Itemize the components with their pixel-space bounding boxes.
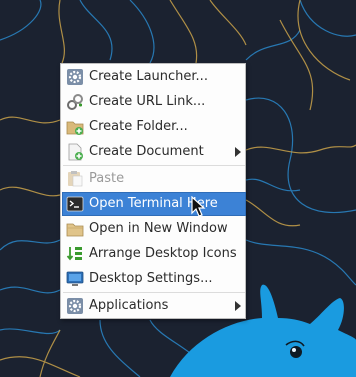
menu-item-label: Applications xyxy=(89,298,169,313)
mouse-pointer-icon xyxy=(191,196,206,217)
menu-item-create-launcher[interactable]: Create Launcher... xyxy=(62,65,246,89)
submenu-arrow-icon xyxy=(235,301,241,311)
menu-item-label: Create Document xyxy=(89,144,204,159)
menu-separator xyxy=(63,292,245,293)
menu-item-label: Create URL Link... xyxy=(89,94,206,109)
monitor-icon xyxy=(66,270,84,288)
menu-item-label: Create Launcher... xyxy=(89,69,208,84)
menu-item-applications[interactable]: Applications xyxy=(62,294,246,318)
link-icon xyxy=(66,93,84,111)
document-add-icon xyxy=(66,143,84,161)
menu-separator xyxy=(63,165,245,166)
menu-item-label: Create Folder... xyxy=(89,119,188,134)
paste-icon xyxy=(66,170,84,188)
terminal-icon xyxy=(66,195,84,213)
menu-item-desktop-settings[interactable]: Desktop Settings... xyxy=(62,267,246,291)
gear-icon xyxy=(66,68,84,86)
menu-item-label: Arrange Desktop Icons xyxy=(89,246,237,261)
menu-item-arrange-desktop-icons[interactable]: Arrange Desktop Icons xyxy=(62,242,246,266)
menu-item-label: Paste xyxy=(89,171,125,186)
folder-add-icon xyxy=(66,118,84,136)
menu-item-open-in-new-window[interactable]: Open in New Window xyxy=(62,217,246,241)
menu-item-label: Open in New Window xyxy=(89,221,228,236)
folder-icon xyxy=(66,220,84,238)
desktop-context-menu: Create Launcher... Create URL Link... Cr… xyxy=(60,63,246,319)
submenu-arrow-icon xyxy=(235,147,241,157)
menu-item-paste: Paste xyxy=(62,167,246,191)
menu-item-create-folder[interactable]: Create Folder... xyxy=(62,115,246,139)
applications-icon xyxy=(66,297,84,315)
menu-item-label: Desktop Settings... xyxy=(89,271,213,286)
menu-item-open-terminal[interactable]: Open Terminal Here xyxy=(62,192,246,216)
menu-item-create-url-link[interactable]: Create URL Link... xyxy=(62,90,246,114)
arrange-icon xyxy=(66,245,84,263)
menu-item-create-document[interactable]: Create Document xyxy=(62,140,246,164)
